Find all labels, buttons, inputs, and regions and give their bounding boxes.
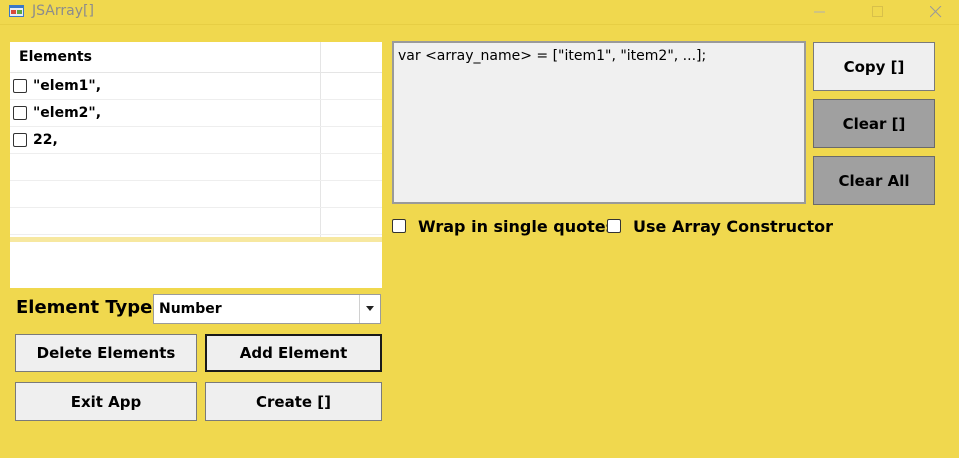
use-array-constructor-label: Use Array Constructor (633, 217, 833, 236)
exit-app-button[interactable]: Exit App (15, 382, 197, 421)
minimize-button[interactable] (796, 0, 842, 24)
add-element-button[interactable]: Add Element (205, 334, 382, 372)
list-header: Elements (10, 42, 382, 73)
item-label: "elem1", (33, 78, 102, 94)
empty-row (10, 154, 382, 181)
elements-list[interactable]: Elements "elem1", "elem2", 22, (10, 42, 382, 243)
element-type-value: Number (159, 301, 222, 317)
clear-all-button[interactable]: Clear All (813, 156, 935, 205)
empty-row (10, 208, 382, 235)
item-checkbox[interactable] (13, 106, 27, 120)
maximize-button[interactable] (854, 0, 900, 24)
dropdown-arrow-button[interactable] (359, 295, 380, 323)
use-array-constructor-box[interactable] (607, 219, 621, 233)
clear-array-button[interactable]: Clear [] (813, 99, 935, 148)
create-array-button[interactable]: Create [] (205, 382, 382, 421)
wrap-single-quotes-box[interactable] (392, 219, 406, 233)
app-icon (9, 4, 24, 17)
maximize-icon (872, 6, 883, 17)
wrap-single-quotes-checkbox[interactable]: Wrap in single quotes (392, 216, 615, 236)
item-checkbox[interactable] (13, 133, 27, 147)
close-button[interactable] (912, 0, 958, 24)
list-item[interactable]: "elem1", (10, 73, 382, 100)
window-title: JSArray[] (32, 3, 94, 19)
item-label: "elem2", (33, 105, 102, 121)
list-item[interactable]: 22, (10, 127, 382, 154)
delete-elements-button[interactable]: Delete Elements (15, 334, 197, 372)
copy-array-button[interactable]: Copy [] (813, 42, 935, 91)
output-text: var <array_name> = ["item1", "item2", ..… (398, 48, 707, 64)
item-checkbox[interactable] (13, 79, 27, 93)
wrap-single-quotes-label: Wrap in single quotes (418, 217, 616, 236)
title-bar: JSArray[] (0, 0, 959, 25)
new-element-input[interactable] (10, 242, 382, 288)
element-type-label: Element Type (16, 297, 153, 318)
chevron-down-icon (366, 306, 374, 311)
empty-row (10, 181, 382, 208)
item-label: 22, (33, 132, 58, 148)
use-array-constructor-checkbox[interactable]: Use Array Constructor (607, 216, 833, 236)
minimize-icon (814, 11, 825, 13)
output-textbox[interactable]: var <array_name> = ["item1", "item2", ..… (392, 41, 806, 204)
list-item[interactable]: "elem2", (10, 100, 382, 127)
close-icon (930, 6, 942, 18)
elements-column-header: Elements (19, 49, 92, 65)
element-type-select[interactable]: Number (153, 294, 381, 324)
